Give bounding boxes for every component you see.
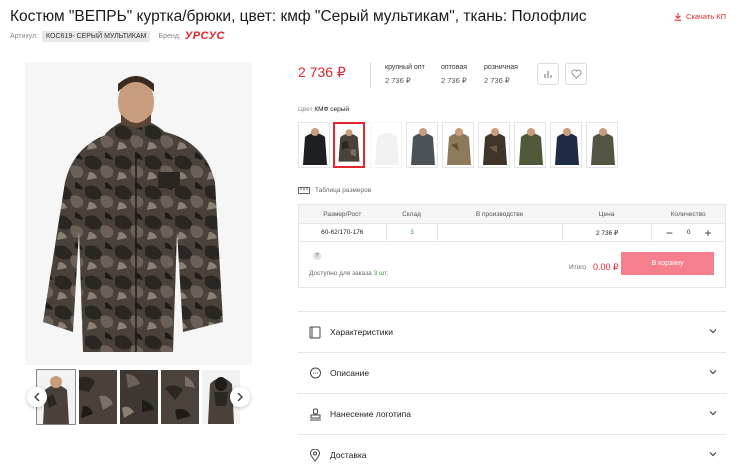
help-icon[interactable]: ? — [313, 252, 321, 260]
product-info-accordion: Характеристики Описание Нанесение логоти… — [298, 311, 726, 475]
price-column-value: 2 736 ₽ — [484, 76, 510, 85]
color-selected-name: КМФ серый — [314, 106, 350, 113]
color-swatch-desert[interactable] — [442, 122, 474, 168]
thumbnail-next-button[interactable] — [230, 387, 250, 407]
availability-text: Доступно для заказа 3 шт. — [309, 270, 388, 277]
add-to-cart-button[interactable]: В корзину — [621, 252, 714, 275]
total-value: 0.00 ₽ — [593, 262, 619, 272]
row-price: 2 736 ₽ — [561, 224, 652, 241]
accordion-label: Доставка — [330, 450, 367, 460]
size-grid: Размер/Рост Склад В производстве Цена Ко… — [298, 204, 726, 288]
color-swatch-khaki[interactable] — [586, 122, 618, 168]
availability-count: 3 шт. — [373, 270, 389, 277]
bar-chart-icon — [544, 71, 552, 78]
location-icon — [308, 448, 322, 462]
chevron-left-icon — [34, 393, 40, 401]
product-meta: Артикул: КОС619- СЕРЫЙ МУЛЬТИКАМ Бренд: … — [10, 30, 225, 42]
article-value: КОС619- СЕРЫЙ МУЛЬТИКАМ — [42, 30, 151, 42]
product-title: Костюм "ВЕПРЬ" куртка/брюки, цвет: кмф "… — [10, 8, 587, 25]
size-grid-footer: ? Доступно для заказа 3 шт. Итого 0.00 ₽… — [299, 241, 725, 287]
download-kp-link[interactable]: Скачать КП — [674, 12, 726, 21]
accordion-label: Нанесение логотипа — [330, 409, 412, 419]
chevron-down-icon — [709, 370, 717, 375]
color-label: Цвет КМФ серый — [298, 106, 349, 113]
thumbnail-strip — [25, 369, 252, 425]
accordion-description[interactable]: Описание — [298, 352, 726, 393]
header-size: Размер/Рост — [323, 210, 362, 218]
header-stock: Склад — [402, 210, 421, 218]
color-swatch-kmf-grey[interactable] — [333, 122, 365, 168]
price-divider — [370, 62, 371, 88]
quantity-value[interactable]: 0 — [687, 229, 691, 236]
price-column-label: крупный опт — [385, 64, 425, 71]
chevron-right-icon — [237, 393, 243, 401]
table-row: 60-62/170-176 3 2 736 ₽ − 0 + — [299, 223, 725, 241]
brand-logo[interactable]: УРСУС — [185, 30, 225, 42]
header-quantity: Количество — [670, 210, 706, 218]
thumbnail-prev-button[interactable] — [27, 387, 47, 407]
quantity-stepper: − 0 + — [651, 224, 725, 241]
chat-icon — [308, 366, 322, 380]
quantity-increase-button[interactable]: + — [705, 226, 712, 240]
heart-icon — [571, 69, 581, 79]
color-swatch-olive[interactable] — [514, 122, 546, 168]
availability-prefix: Доступно для заказа — [309, 270, 372, 277]
book-icon — [308, 325, 322, 339]
price-wholesale-large: крупный опт 2 736 ₽ — [385, 64, 425, 85]
size-table-label: Таблица размеров — [315, 187, 372, 194]
main-price: 2 736 ₽ — [298, 64, 346, 80]
color-swatch-black[interactable] — [298, 122, 330, 168]
color-swatch-navy[interactable] — [550, 122, 582, 168]
accordion-characteristics[interactable]: Характеристики — [298, 311, 726, 352]
header-price: Цена — [598, 210, 615, 218]
brand-label: Бренд: — [158, 32, 181, 40]
ruler-icon — [298, 187, 310, 194]
row-production — [437, 224, 561, 241]
price-column-value: 2 736 ₽ — [385, 76, 411, 85]
chevron-down-icon — [709, 452, 717, 457]
thumbnail-2[interactable] — [79, 370, 117, 424]
thumbnail-4[interactable] — [161, 370, 199, 424]
download-icon — [674, 12, 682, 21]
header-production: В производстве — [475, 210, 524, 218]
download-label: Скачать КП — [686, 12, 726, 21]
row-stock: 3 — [385, 224, 438, 241]
favorite-button[interactable] — [565, 63, 587, 85]
price-column-label: розничная — [484, 64, 518, 71]
product-main-image[interactable] — [25, 62, 252, 365]
price-column-label: оптовая — [441, 64, 468, 71]
accordion-logo-printing[interactable]: Нанесение логотипа — [298, 393, 726, 434]
price-retail: розничная 2 736 ₽ — [484, 64, 518, 85]
size-table-link[interactable]: Таблица размеров — [298, 187, 371, 194]
accordion-delivery[interactable]: Доставка — [298, 434, 726, 475]
color-swatch-light[interactable] — [370, 122, 402, 168]
size-grid-header: Размер/Рост Склад В производстве Цена Ко… — [299, 205, 725, 223]
price-column-value: 2 736 ₽ — [441, 76, 467, 85]
color-swatch-grey[interactable] — [406, 122, 438, 168]
chevron-down-icon — [709, 411, 717, 416]
compare-button[interactable] — [537, 63, 559, 85]
article-label: Артикул: — [10, 32, 39, 40]
price-wholesale: оптовая 2 736 ₽ — [441, 64, 467, 85]
chevron-down-icon — [709, 329, 717, 334]
color-swatch-brown-camo[interactable] — [478, 122, 510, 168]
thumbnail-3[interactable] — [120, 370, 158, 424]
total-label: Итого — [569, 264, 587, 271]
accordion-label: Описание — [330, 368, 370, 378]
row-size: 60-62/170-176 — [321, 229, 364, 236]
stamp-icon — [308, 407, 322, 421]
quantity-decrease-button[interactable]: − — [666, 226, 673, 240]
accordion-label: Характеристики — [330, 327, 394, 337]
color-label-text: Цвет — [298, 106, 313, 113]
